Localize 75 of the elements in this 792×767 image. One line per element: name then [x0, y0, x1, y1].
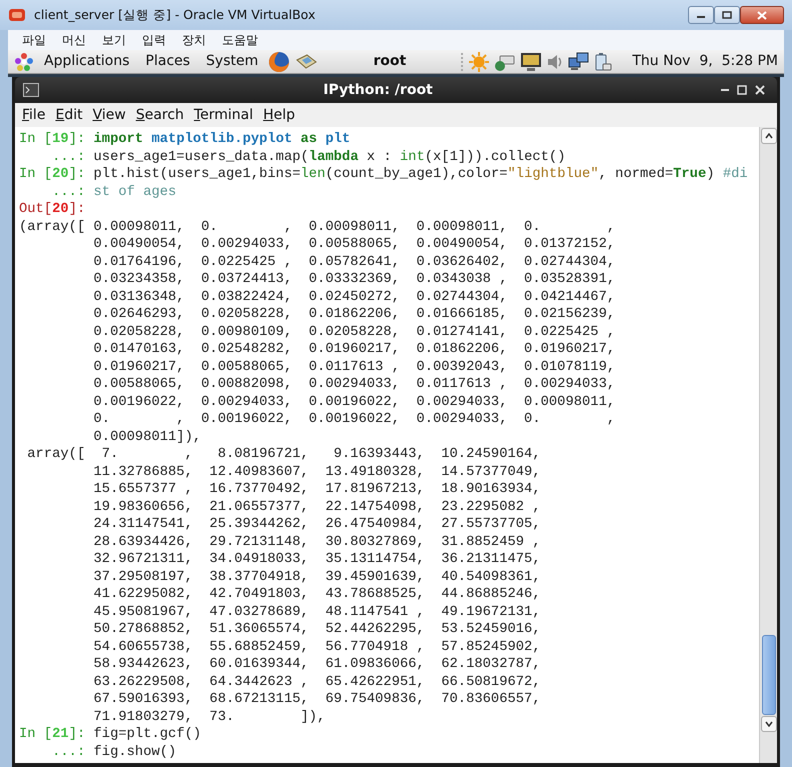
caret-down-icon	[764, 721, 772, 727]
code-line: 41.62295082, 42.70491803, 43.78688525, 44.86885246,	[92, 586, 542, 604]
scroll-up-button[interactable]	[760, 128, 776, 144]
code-line: 67.59016393, 68.67213115, 69.75409836, 70.83606557,	[92, 691, 542, 708]
panel-menu[interactable]: Places	[140, 51, 196, 72]
code-line: array([ 7. , 8.08196721, 9.16393443, 10.24590164,	[26, 446, 542, 464]
code-line: 54.60655738, 55.68852459, 56.7704918 , 57.85245902,	[92, 638, 542, 656]
code-line: 0.01764196, 0.0225425 , 0.05782641, 0.03626402, 0.02744304,	[92, 254, 616, 271]
code-line: ...: fig.show()	[51, 744, 178, 761]
menu-item[interactable]: 머신	[54, 31, 94, 49]
code-line: 0.00196022, 0.00294033, 0.00196022, 0.00294033, 0.00098011,	[92, 394, 616, 411]
panel-menu[interactable]: System	[200, 51, 264, 72]
code-line: 28.63934426, 29.72131148, 30.80327869, 31.8852459 ,	[92, 534, 542, 551]
window-title: client_server [실행 중] - Oracle VM VirtualBox	[34, 6, 316, 24]
menu-item[interactable]: Edit	[50, 104, 88, 126]
code-line: ...: users_age1=users_data.map(lambda x : int(x[1])).collect()	[51, 148, 566, 166]
maximize-icon	[737, 85, 747, 95]
code-line: 11.32786885, 12.40983607, 13.49180328, 14.57377049,	[92, 464, 542, 481]
code-line: 15.6557377 , 16.73770492, 17.81967213, 18.90163934,	[92, 481, 542, 498]
menu-item[interactable]: Search	[130, 104, 189, 126]
scroll-down-button[interactable]	[760, 716, 776, 732]
caret-up-icon	[764, 133, 772, 139]
code-line: 0.00588065, 0.00882098, 0.00294033, 0.0117613 , 0.00294033,	[92, 376, 616, 394]
battery-icon[interactable]	[594, 52, 612, 72]
menu-item[interactable]: 입력	[134, 31, 174, 49]
globe-icon[interactable]	[268, 50, 290, 72]
code-line: In [19]: import matplotlib.pyplot as plt	[19, 131, 352, 148]
code-line: In [20]: plt.hist(users_age1,bins=len(count_by_age1),color="lightblue", normed=True) #di	[19, 166, 749, 184]
menu-item[interactable]: 장치	[174, 31, 214, 49]
user-name: root	[372, 52, 408, 71]
code-line: 71.91803279, 73. ]),	[92, 708, 326, 726]
menu-item[interactable]: View	[88, 104, 131, 126]
code-line: 0.01470163, 0.02548282, 0.01960217, 0.01862206, 0.01960217,	[92, 341, 616, 358]
code-line: 58.93442623, 60.01639344, 61.09836066, 62.18032787,	[92, 656, 542, 674]
code-line: 50.27868852, 51.36065574, 52.44262295, 53.52459016,	[92, 621, 542, 638]
close-button[interactable]	[740, 6, 784, 24]
menu-item[interactable]: Terminal	[188, 104, 258, 126]
code-line: 37.29508197, 38.37704918, 39.45901639, 40.54098361,	[92, 568, 542, 586]
network-icon[interactable]	[568, 52, 590, 72]
code-line: 63.26229508, 64.3442623 , 65.42622951, 66.50819672,	[92, 674, 542, 691]
code-line: 0. , 0.00196022, 0.00196022, 0.00294033, 0. ,	[92, 411, 616, 428]
code-line: 0.03234358, 0.03724413, 0.03332369, 0.0343038 , 0.03528391,	[92, 271, 616, 288]
code-line: 0.00098011]),	[92, 428, 202, 446]
code-line: 0.00490054, 0.00294033, 0.00588065, 0.00490054, 0.01372152,	[92, 236, 616, 254]
scrollbar-track[interactable]	[759, 127, 777, 763]
code-line: 0.02058228, 0.00980109, 0.02058228, 0.01274141, 0.0225425 ,	[92, 324, 616, 341]
minimize-icon	[721, 89, 729, 91]
code-line: Out[20]:	[19, 201, 86, 218]
close-icon	[757, 10, 767, 20]
menu-item[interactable]: 도움말	[214, 31, 266, 49]
code-line: In [21]: fig=plt.gcf()	[19, 726, 202, 744]
code-line: 24.31147541, 25.39344262, 26.47540984, 27.55737705,	[92, 516, 542, 534]
terminal-icon	[23, 83, 39, 97]
app-icon	[8, 7, 26, 23]
code-line: 0.02646293, 0.02058228, 0.01862206, 0.01666185, 0.02156239,	[92, 306, 616, 324]
code-line: 19.98360656, 21.06557377, 22.14754098, 23.2295082 ,	[92, 498, 542, 516]
menu-item[interactable]: 보기	[94, 31, 134, 49]
monitor-icon[interactable]	[520, 52, 542, 72]
panel-menu[interactable]: Applications	[38, 51, 136, 72]
window-title: IPython: /root	[323, 80, 433, 100]
code-line: 0.03136348, 0.03822424, 0.02450272, 0.02744304, 0.04214467,	[92, 288, 616, 306]
code-line: (array([ 0.00098011, 0. , 0.00098011, 0.00098011, 0. ,	[19, 218, 616, 236]
minimize-button[interactable]	[688, 6, 714, 24]
close-icon	[755, 85, 765, 95]
code-line: 0.01960217, 0.00588065, 0.0117613 , 0.00392043, 0.01078119,	[92, 358, 616, 376]
clock[interactable]: Thu Nov 9, 5:28 PM	[632, 51, 778, 72]
maximize-icon	[722, 11, 732, 19]
code-line: ...: st of ages	[51, 184, 178, 201]
menu-item[interactable]: File	[17, 104, 50, 126]
code-line: 32.96721311, 34.04918033, 35.13114754, 36.21311475,	[92, 551, 542, 568]
code-line: 45.95081967, 47.03278689, 48.1147541 , 49.19672131,	[92, 604, 542, 621]
maximize-button[interactable]	[714, 6, 740, 24]
menu-item[interactable]: 파일	[14, 31, 54, 49]
menu-item[interactable]: Help	[258, 104, 300, 126]
scrollbar-thumb[interactable]	[762, 635, 776, 715]
